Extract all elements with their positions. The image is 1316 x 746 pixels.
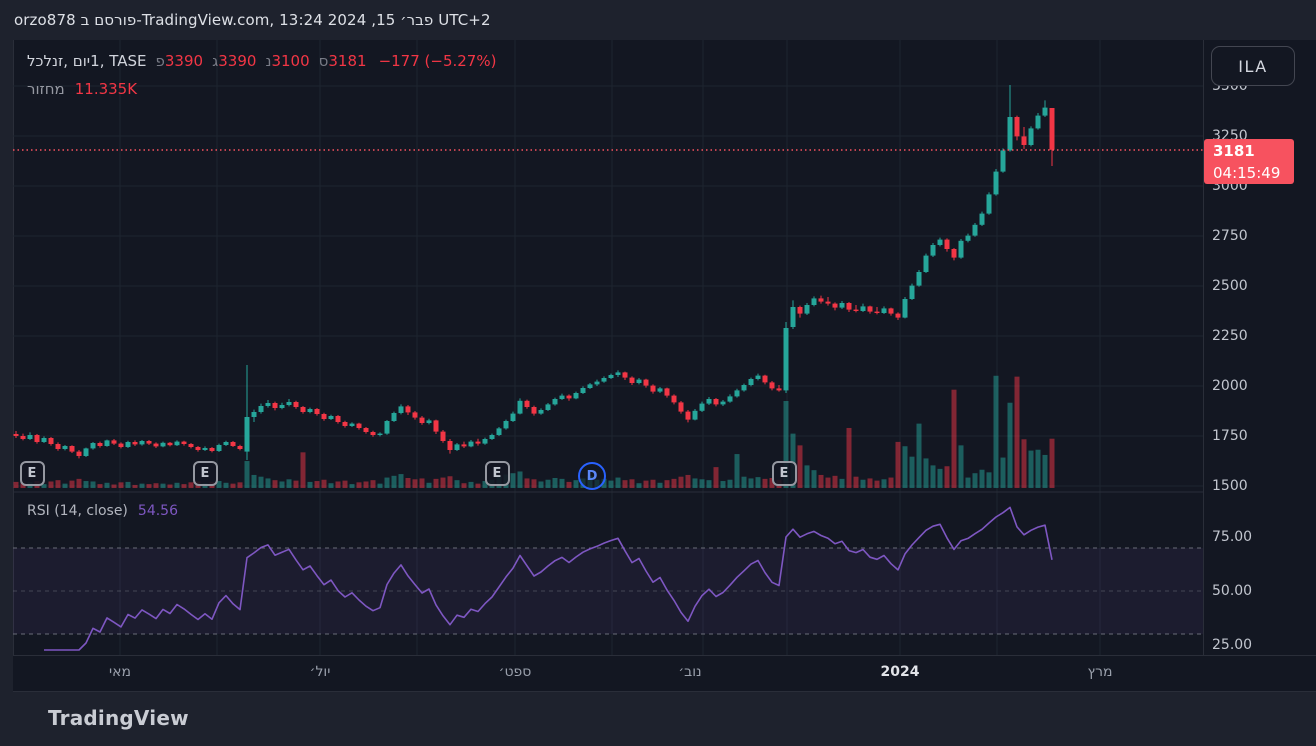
chart-canvas[interactable] xyxy=(13,40,1203,655)
earnings-badge[interactable]: E xyxy=(771,460,797,486)
utc-offset: UTC+2 xyxy=(433,11,491,29)
earnings-badge[interactable]: E xyxy=(19,460,45,486)
separator: , xyxy=(63,52,73,70)
time-axis-label: ספט׳ xyxy=(498,664,532,680)
rsi-scale-label: 75.00 xyxy=(1212,529,1253,545)
close-value: 3181 xyxy=(328,52,367,70)
symbol-exchange: TASE xyxy=(109,52,147,70)
symbol-legend: זנלכל, 1יום, TASE פ 3390 ג 3390 נ 3100 ס 3181 −17… xyxy=(27,52,496,70)
price-scale-label: 2250 xyxy=(1212,328,1248,344)
change-value: −177 (−5.27%) xyxy=(378,52,497,70)
rsi-value: 54.56 xyxy=(137,503,178,519)
volume-legend: מחזור 11.335K xyxy=(27,80,137,98)
symbol-button[interactable]: ILA xyxy=(1211,46,1295,86)
separator: , xyxy=(99,52,110,70)
price-scale-label: 2500 xyxy=(1212,278,1248,294)
site-time: -TradingView.com, 13:24 xyxy=(136,11,328,29)
time-axis-label: מרץ xyxy=(1087,664,1113,680)
volume-label: מחזור xyxy=(27,80,65,98)
publisher-name: orzo878 xyxy=(14,11,76,29)
symbol-button-label: ILA xyxy=(1238,56,1268,76)
tradingview-logo-text: TradingView xyxy=(48,706,189,730)
dividend-badge[interactable]: D xyxy=(578,462,606,490)
open-value: 3390 xyxy=(164,52,204,70)
tradingview-snapshot: orzo878 פורסם ב-TradingView.com, 13:24 פ… xyxy=(0,0,1316,746)
time-axis-label: 2024 xyxy=(880,664,920,680)
close-label: ס xyxy=(318,52,329,70)
rsi-scale-label: 25.00 xyxy=(1212,637,1253,653)
time-axis-label: יול׳ xyxy=(309,664,331,680)
time-axis-label: נוב׳ xyxy=(678,664,702,680)
earnings-badge[interactable]: E xyxy=(192,460,218,486)
symbol-interval: 1יום xyxy=(72,52,100,70)
price-scale-label: 2750 xyxy=(1212,228,1248,244)
time-axis-background[interactable] xyxy=(13,655,1316,692)
last-price-badge: 3181 04:15:49 xyxy=(1204,139,1294,184)
publish-date: פבר׳ 15, 2024 xyxy=(327,11,434,29)
price-scale-label: 1500 xyxy=(1212,478,1248,494)
volume-value: 11.335K xyxy=(74,80,138,98)
earnings-badge[interactable]: E xyxy=(484,460,510,486)
rsi-scale-label: 50.00 xyxy=(1212,583,1253,599)
price-scale-label: 2000 xyxy=(1212,378,1248,394)
publish-header: orzo878 פורסם ב-TradingView.com, 13:24 פ… xyxy=(14,11,491,29)
rsi-legend: RSI (14, close) 54.56 xyxy=(27,503,178,519)
bar-countdown: 04:15:49 xyxy=(1213,164,1281,182)
time-axis-label: מאי xyxy=(109,664,131,680)
price-scale-label: 1750 xyxy=(1212,428,1248,444)
published-text: פורסם ב xyxy=(80,11,137,29)
tradingview-logo[interactable]: TradingView xyxy=(38,706,189,730)
open-label: פ xyxy=(155,52,165,70)
high-value: 3390 xyxy=(218,52,257,70)
rsi-label: RSI (14, close) xyxy=(27,503,128,519)
symbol-name: זנלכל xyxy=(27,52,64,70)
last-price: 3181 xyxy=(1213,142,1255,160)
low-value: 3100 xyxy=(271,52,310,70)
